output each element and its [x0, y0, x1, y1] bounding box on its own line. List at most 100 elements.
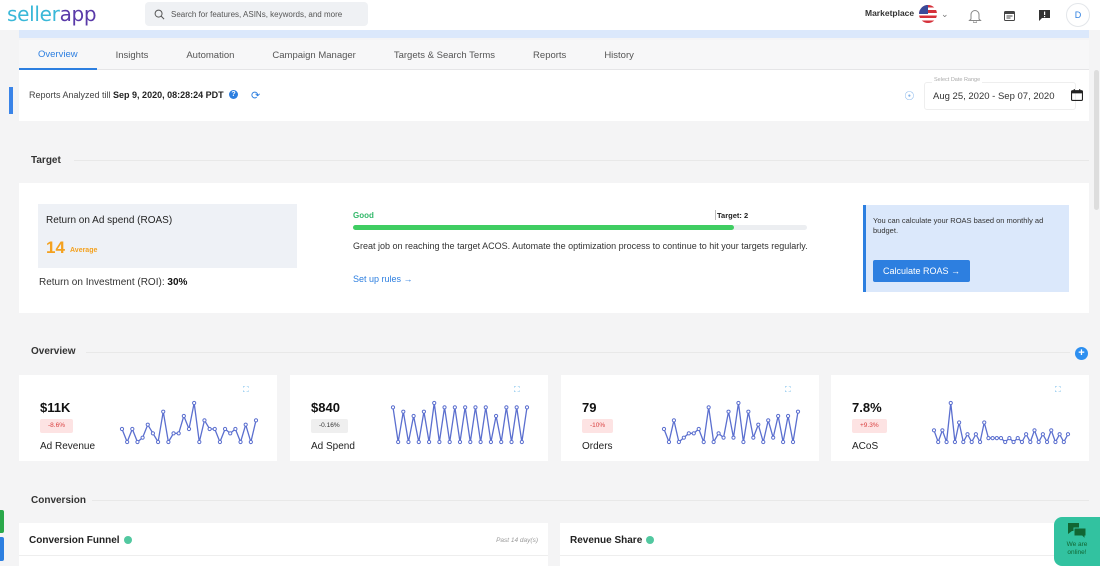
- help-icon[interactable]: ?: [229, 90, 238, 99]
- sparkline-point: [488, 439, 494, 445]
- sparkline-point: [1061, 439, 1066, 445]
- refresh-icon[interactable]: ⟳: [251, 89, 260, 102]
- target-section-title: Target: [31, 155, 61, 166]
- sparkline-point: [986, 436, 991, 441]
- expand-icon[interactable]: ⛶: [243, 385, 249, 395]
- sparkline-point: [741, 439, 746, 445]
- sparkline-point: [243, 422, 248, 427]
- expand-icon[interactable]: ⛶: [1055, 385, 1061, 395]
- tab-insights[interactable]: Insights: [97, 40, 168, 70]
- calculate-roas-button[interactable]: Calculate ROAS →: [873, 260, 970, 282]
- sparkline-point: [952, 439, 958, 445]
- sparkline-point: [761, 439, 766, 445]
- sparkline-point: [161, 409, 166, 414]
- feedback-button[interactable]: [1034, 5, 1054, 25]
- us-flag-icon[interactable]: [919, 5, 937, 23]
- sparkline-point: [944, 439, 949, 445]
- metric-card-orders[interactable]: 79 -10% Orders ⛶: [561, 375, 819, 461]
- sparkline-point: [994, 436, 999, 441]
- page-scrollbar[interactable]: [1094, 70, 1099, 210]
- metric-change-badge: -0.16%: [311, 419, 348, 433]
- date-range-picker[interactable]: Select Date Range Aug 25, 2020 - Sep 07,…: [924, 77, 1083, 110]
- live-chat-widget[interactable]: We are online!: [1054, 517, 1100, 566]
- reports-analyzed-text: Reports Analyzed till Sep 9, 2020, 08:28…: [29, 90, 224, 100]
- chevron-down-icon[interactable]: ⌄: [941, 9, 949, 20]
- sparkline-point: [524, 405, 530, 410]
- sparkline-point: [686, 431, 691, 436]
- target-message: Great job on reaching the target ACOS. A…: [353, 241, 808, 251]
- sparkline-point: [1044, 439, 1050, 445]
- sync-icon[interactable]: ☉: [904, 89, 915, 103]
- roas-title: Return on Ad spend (ROAS): [46, 215, 173, 226]
- calendar-button[interactable]: [999, 5, 1019, 25]
- sparkline-point: [785, 413, 791, 419]
- roas-calculator-text: You can calculate your ROAS based on mon…: [873, 216, 1044, 235]
- metric-label: ACoS: [852, 441, 879, 452]
- user-avatar[interactable]: D: [1066, 3, 1090, 27]
- bell-icon: [968, 9, 982, 23]
- sparkline-point: [1053, 439, 1058, 445]
- tab-targets-search-terms[interactable]: Targets & Search Terms: [375, 40, 514, 70]
- side-blue-tab[interactable]: [0, 537, 4, 561]
- roas-rating: Average: [70, 247, 98, 254]
- sparkline-point: [473, 405, 478, 410]
- sparkline-point: [1065, 432, 1071, 437]
- sparkline-point: [756, 422, 761, 427]
- sparkline-point: [437, 439, 442, 445]
- calendar-icon[interactable]: [1071, 89, 1083, 101]
- section-divider: [92, 500, 1089, 501]
- metric-label: Ad Revenue: [40, 441, 96, 452]
- expand-icon[interactable]: ⛶: [514, 385, 520, 395]
- sparkline-point: [1024, 432, 1029, 437]
- top-bar: sellerapp Marketplace ⌄ D: [0, 0, 1100, 30]
- sparkline-point: [1057, 432, 1062, 437]
- notifications-button[interactable]: [965, 5, 985, 25]
- sparkline-point: [140, 435, 145, 440]
- date-range-value: Aug 25, 2020 - Sep 07, 2020: [933, 91, 1055, 102]
- section-divider: [86, 352, 1070, 353]
- conversion-funnel-card: Conversion Funnel Past 14 day(s): [19, 523, 548, 566]
- info-banner: [19, 30, 1089, 38]
- sparkline-point: [1019, 439, 1025, 445]
- info-icon[interactable]: [123, 536, 132, 544]
- sparkline-point: [701, 439, 706, 445]
- tab-overview[interactable]: Overview: [19, 40, 97, 70]
- sparkline-point: [1028, 439, 1033, 445]
- sparkline-point: [478, 439, 483, 445]
- sparkline-point: [228, 431, 233, 436]
- chat-bubbles-icon: [1068, 523, 1086, 539]
- sparkline-point: [990, 436, 995, 441]
- setup-rules-link[interactable]: Set up rules →: [353, 274, 413, 284]
- roas-calculator-box: You can calculate your ROAS based on mon…: [863, 205, 1069, 292]
- sparkline-point: [751, 435, 756, 440]
- sparkline-point: [452, 405, 457, 410]
- sparkline-point: [447, 439, 452, 445]
- marketplace-label: Marketplace: [865, 8, 915, 18]
- sparkline-point: [401, 409, 406, 414]
- search-input[interactable]: [171, 9, 361, 19]
- sparkline-point: [212, 426, 217, 432]
- tab-automation[interactable]: Automation: [167, 40, 253, 70]
- sparkline-point: [936, 439, 941, 445]
- sparkline-point: [519, 439, 524, 445]
- info-icon[interactable]: [646, 536, 655, 544]
- metric-card-ad-spend[interactable]: $840 -0.16% Ad Spend ⛶: [290, 375, 548, 461]
- tab-reports[interactable]: Reports: [514, 40, 585, 70]
- metric-card-acos[interactable]: 7.8% +9.3% ACoS ⛶: [831, 375, 1089, 461]
- tab-campaign-manager[interactable]: Campaign Manager: [253, 40, 374, 70]
- metric-change-badge: +9.3%: [852, 419, 887, 433]
- sparkline-point: [514, 405, 519, 410]
- sparkline-point: [676, 439, 681, 445]
- main-tabs: Overview Insights Automation Campaign Ma…: [19, 40, 1089, 70]
- global-search[interactable]: [145, 2, 368, 26]
- sparkline-point: [150, 431, 156, 436]
- add-metric-button[interactable]: +: [1075, 347, 1088, 360]
- sparkline-point: [186, 426, 192, 432]
- tab-history[interactable]: History: [585, 40, 653, 70]
- report-timestamp: Sep 9, 2020, 08:28:24 PDT: [113, 90, 224, 100]
- sparkline-point: [1015, 436, 1020, 441]
- side-green-tab[interactable]: [0, 510, 4, 533]
- expand-icon[interactable]: ⛶: [785, 385, 791, 395]
- sellerapp-logo[interactable]: sellerapp: [7, 2, 97, 26]
- metric-card-ad-revenue[interactable]: $11K -8.6% Ad Revenue ⛶: [19, 375, 277, 461]
